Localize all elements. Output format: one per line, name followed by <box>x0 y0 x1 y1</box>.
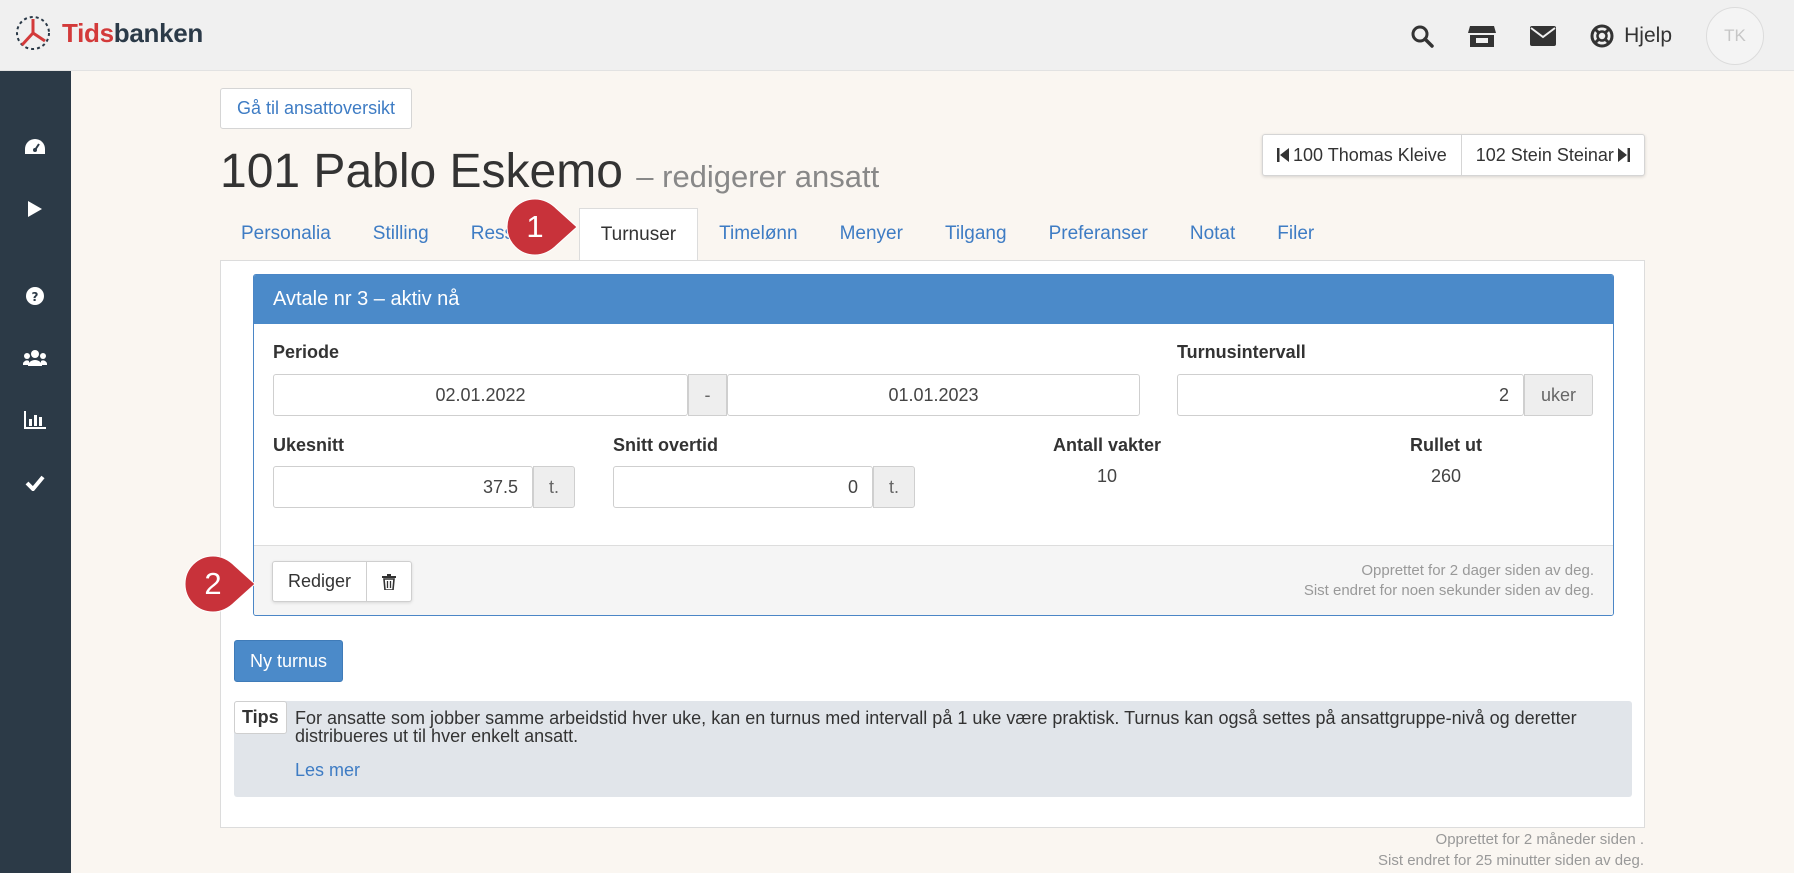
employee-modified: Sist endret for 25 minutter siden av deg… <box>1378 852 1644 869</box>
employee-name: 101 Pablo Eskemo <box>220 145 623 198</box>
help-link[interactable]: Hjelp <box>1590 24 1672 48</box>
store-icon[interactable] <box>1468 24 1497 48</box>
logo-icon <box>16 16 50 50</box>
weekly-average-unit: t. <box>533 466 575 508</box>
read-more-link[interactable]: Les mer <box>295 760 360 781</box>
dashboard-icon[interactable] <box>22 134 48 160</box>
employee-pager: 100 Thomas Kleive 102 Stein Steinar <box>1262 134 1645 176</box>
interval-input[interactable]: 2 <box>1177 374 1524 416</box>
users-icon[interactable] <box>22 345 48 371</box>
overtime-input[interactable]: 0 <box>613 466 873 508</box>
tab-menyer[interactable]: Menyer <box>819 208 924 260</box>
callout-badge-1: 1 <box>505 197 579 257</box>
period-label: Periode <box>273 342 340 362</box>
rolled-out-label: Rullet ut <box>1410 435 1482 455</box>
tips-box: Tips For ansatte som jobber samme arbeid… <box>234 701 1632 797</box>
logo-text: Tidsbanken <box>62 17 204 48</box>
shift-count-label: Antall vakter <box>1052 435 1162 455</box>
agreement-actions: Rediger <box>272 561 412 602</box>
period-separator: - <box>688 374 727 416</box>
agreement-footer: Rediger Opprettet for 2 dager siden av d… <box>254 545 1613 615</box>
trash-icon <box>382 573 396 590</box>
tips-label: Tips <box>234 701 287 734</box>
callout-badge-1-number: 1 <box>526 209 544 244</box>
interval-unit: uker <box>1524 374 1593 416</box>
play-icon[interactable] <box>22 196 48 222</box>
lifebuoy-icon <box>1590 24 1614 47</box>
tab-turnuser[interactable]: Turnuser <box>578 208 699 260</box>
employee-tabs: Personalia Stilling Ressu Turnuser Timel… <box>220 208 1335 260</box>
step-backward-icon <box>1277 148 1289 162</box>
tab-timelonn[interactable]: Timelønn <box>698 208 818 260</box>
search-icon[interactable] <box>1410 24 1434 48</box>
agreement-created: Opprettet for 2 dager siden av deg. <box>1361 562 1594 579</box>
tab-personalia[interactable]: Personalia <box>220 208 352 260</box>
avatar[interactable]: TK <box>1706 6 1764 65</box>
step-forward-icon <box>1617 148 1630 162</box>
agreement-panel: Avtale nr 3 – aktiv nå Periode 02.01.202… <box>253 274 1614 616</box>
rolled-out-value: 260 <box>1430 466 1462 486</box>
check-icon[interactable] <box>22 470 48 496</box>
envelope-icon[interactable] <box>1530 24 1557 48</box>
period-from-input[interactable]: 02.01.2022 <box>273 374 688 416</box>
logo[interactable]: Tidsbanken <box>14 14 203 52</box>
period-to-input[interactable]: 01.01.2023 <box>727 374 1140 416</box>
question-circle-icon[interactable]: ? <box>22 283 48 309</box>
tab-notat[interactable]: Notat <box>1169 208 1256 260</box>
employee-meta: Opprettet for 2 måneder siden . Sist end… <box>1378 829 1644 871</box>
employee-created: Opprettet for 2 måneder siden . <box>1435 831 1644 848</box>
sidebar: ? <box>0 71 71 873</box>
interval-label: Turnusintervall <box>1177 342 1306 362</box>
weekly-average-label: Ukesnitt <box>273 435 345 455</box>
agreement-modified: Sist endret for noen sekunder siden av d… <box>1303 582 1594 599</box>
delete-button[interactable] <box>366 562 411 601</box>
tab-content: Avtale nr 3 – aktiv nå Periode 02.01.202… <box>220 260 1645 828</box>
svg-text:?: ? <box>32 290 39 304</box>
page-title: 101 Pablo Eskemo – redigerer ansatt <box>220 144 879 199</box>
top-navbar: Tidsbanken Hjelp TK <box>0 0 1794 71</box>
previous-employee-button[interactable]: 100 Thomas Kleive <box>1263 135 1461 175</box>
overtime-label: Snitt overtid <box>613 435 719 455</box>
next-employee-button[interactable]: 102 Stein Steinar <box>1460 135 1644 175</box>
callout-badge-2: 2 <box>183 554 257 614</box>
callout-badge-2-number: 2 <box>204 566 222 601</box>
tips-text: For ansatte som jobber samme arbeidstid … <box>295 708 1577 746</box>
tab-stilling[interactable]: Stilling <box>352 208 450 260</box>
tab-preferanser[interactable]: Preferanser <box>1028 208 1169 260</box>
employee-overview-button[interactable]: Gå til ansattoversikt <box>220 88 413 129</box>
previous-employee-label: 100 Thomas Kleive <box>1293 144 1447 165</box>
agreement-meta: Opprettet for 2 dager siden av deg. Sist… <box>1304 561 1594 601</box>
help-label: Hjelp <box>1624 23 1672 47</box>
page-subtitle: – redigerer ansatt <box>636 159 880 194</box>
edit-button[interactable]: Rediger <box>273 562 366 601</box>
bar-chart-icon[interactable] <box>22 407 48 433</box>
new-rotation-button[interactable]: Ny turnus <box>234 640 344 682</box>
agreement-header: Avtale nr 3 – aktiv nå <box>254 275 1613 324</box>
tab-tilgang[interactable]: Tilgang <box>924 208 1028 260</box>
weekly-average-input[interactable]: 37.5 <box>273 466 533 508</box>
shift-count-value: 10 <box>1096 466 1118 486</box>
overtime-unit: t. <box>873 466 915 508</box>
next-employee-label: 102 Stein Steinar <box>1475 144 1614 165</box>
tab-filer[interactable]: Filer <box>1256 208 1335 260</box>
